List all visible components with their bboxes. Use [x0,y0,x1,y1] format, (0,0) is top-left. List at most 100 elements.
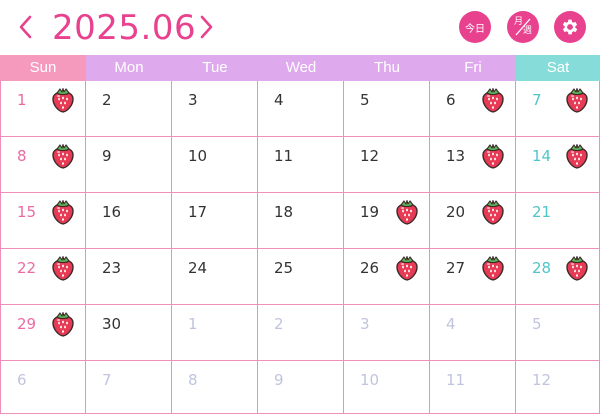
day-number: 18 [274,203,294,221]
weekday-thu: Thu [344,55,430,81]
day-cell[interactable]: 18 [258,193,344,249]
day-cell[interactable]: 8 [0,137,86,193]
day-number: 5 [532,315,542,333]
day-number: 7 [532,91,542,109]
day-number: 23 [102,259,122,277]
day-cell[interactable]: 26 [344,249,430,305]
strawberry-icon [481,255,505,281]
day-cell[interactable]: 28 [516,249,600,305]
day-cell[interactable]: 7 [516,81,600,137]
day-number: 21 [532,203,552,221]
day-number: 8 [17,147,27,165]
day-cell[interactable]: 2 [86,81,172,137]
day-number: 17 [188,203,208,221]
month-title: 2025.06 [52,8,197,48]
day-cell[interactable]: 3 [344,305,430,361]
day-cell[interactable]: 10 [172,137,258,193]
day-number: 11 [274,147,294,165]
weekday-sat: Sat [516,55,600,81]
day-number: 16 [102,203,122,221]
day-cell[interactable]: 3 [172,81,258,137]
view-toggle-button[interactable]: 月 週 [507,11,539,43]
day-number: 1 [17,91,27,109]
day-number: 8 [188,371,198,389]
day-cell[interactable]: 9 [258,361,344,414]
day-cell[interactable]: 11 [430,361,516,414]
strawberry-icon [481,87,505,113]
weekday-header-row: Sun Mon Tue Wed Thu Fri Sat [0,55,600,81]
day-cell[interactable]: 21 [516,193,600,249]
day-number: 2 [274,315,284,333]
view-week-label: 週 [523,26,533,36]
day-cell[interactable]: 1 [0,81,86,137]
day-number: 3 [360,315,370,333]
day-number: 14 [532,147,552,165]
day-number: 12 [532,371,552,389]
today-button-label: 今日 [465,23,485,35]
day-cell[interactable]: 7 [86,361,172,414]
day-cell[interactable]: 17 [172,193,258,249]
day-cell[interactable]: 19 [344,193,430,249]
day-cell[interactable]: 24 [172,249,258,305]
chevron-right-icon[interactable] [194,10,218,44]
day-number: 4 [446,315,456,333]
day-cell[interactable]: 16 [86,193,172,249]
day-number: 6 [446,91,456,109]
day-cell[interactable]: 13 [430,137,516,193]
day-cell[interactable]: 20 [430,193,516,249]
strawberry-icon [395,255,419,281]
day-number: 3 [188,91,198,109]
strawberry-icon [481,143,505,169]
day-cell[interactable]: 1 [172,305,258,361]
settings-button[interactable] [554,11,586,43]
weekday-mon: Mon [86,55,172,81]
chevron-left-icon[interactable] [14,10,38,44]
strawberry-icon [51,311,75,337]
day-number: 30 [102,315,122,333]
day-cell[interactable]: 5 [516,305,600,361]
day-number: 15 [17,203,37,221]
weekday-fri: Fri [430,55,516,81]
day-number: 26 [360,259,380,277]
day-cell[interactable]: 22 [0,249,86,305]
day-cell[interactable]: 6 [0,361,86,414]
day-cell[interactable]: 30 [86,305,172,361]
day-cell[interactable]: 12 [516,361,600,414]
day-number: 9 [274,371,284,389]
weekday-tue: Tue [172,55,258,81]
day-number: 19 [360,203,380,221]
day-cell[interactable]: 6 [430,81,516,137]
day-number: 10 [360,371,380,389]
today-button[interactable]: 今日 [459,11,491,43]
day-number: 6 [17,371,27,389]
day-number: 29 [17,315,37,333]
day-number: 22 [17,259,37,277]
day-cell[interactable]: 2 [258,305,344,361]
calendar-grid: 1 23456 7 8 9 10 11 12 13 14 15 16 17 18… [0,81,600,414]
day-number: 11 [446,371,466,389]
day-cell[interactable]: 27 [430,249,516,305]
strawberry-icon [565,87,589,113]
strawberry-icon [51,255,75,281]
strawberry-icon [481,199,505,225]
calendar-header: 2025.06 今日 月 週 [0,0,600,55]
day-cell[interactable]: 9 [86,137,172,193]
day-cell[interactable]: 10 [344,361,430,414]
day-cell[interactable]: 4 [258,81,344,137]
day-cell[interactable]: 11 [258,137,344,193]
day-number: 4 [274,91,284,109]
day-cell[interactable]: 14 [516,137,600,193]
day-cell[interactable]: 8 [172,361,258,414]
day-cell[interactable]: 12 [344,137,430,193]
day-cell[interactable]: 25 [258,249,344,305]
day-cell[interactable]: 5 [344,81,430,137]
day-cell[interactable]: 4 [430,305,516,361]
day-number: 7 [102,371,112,389]
day-cell[interactable]: 29 [0,305,86,361]
day-cell[interactable]: 23 [86,249,172,305]
day-cell[interactable]: 15 [0,193,86,249]
day-number: 27 [446,259,466,277]
day-number: 24 [188,259,208,277]
day-number: 25 [274,259,294,277]
day-number: 20 [446,203,466,221]
